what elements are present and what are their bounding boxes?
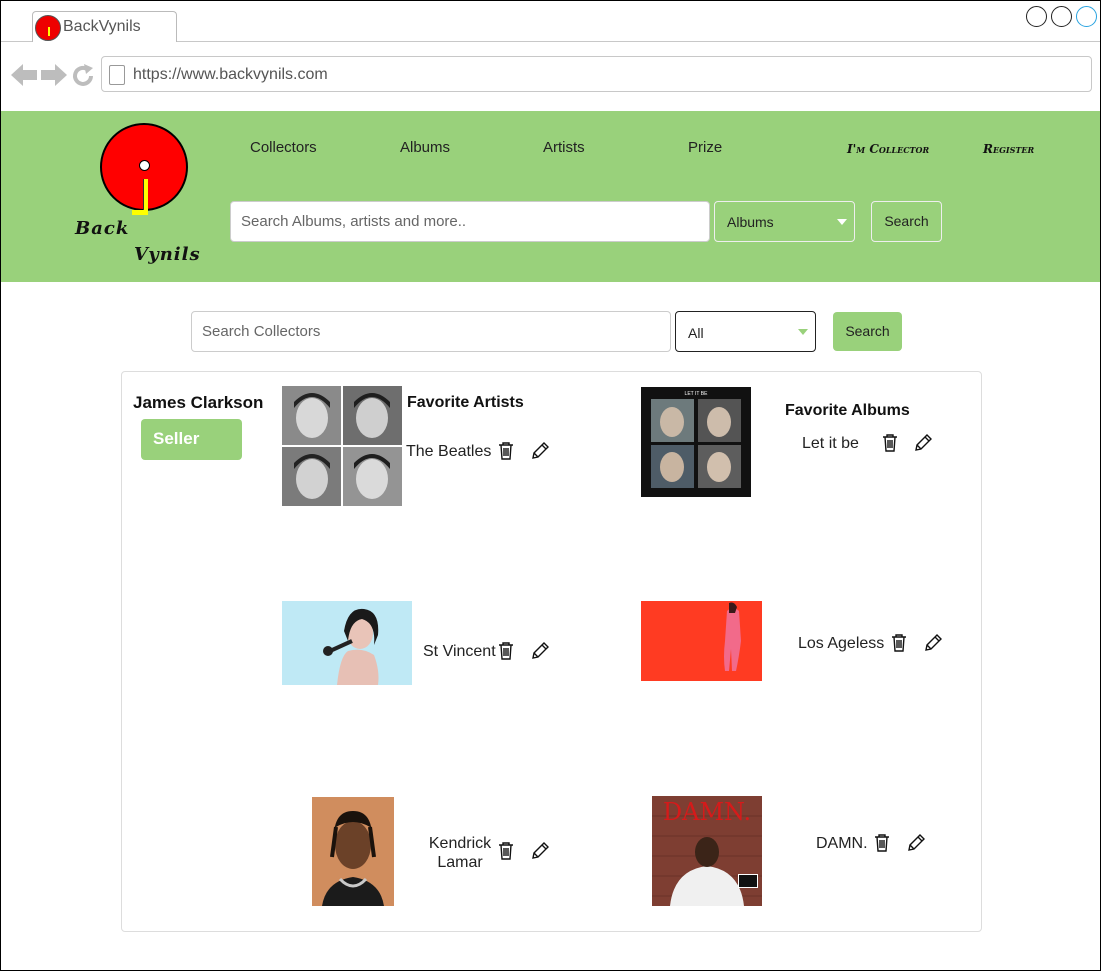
back-arrow-icon[interactable] — [11, 64, 37, 90]
album-name-let-it-be: Let it be — [802, 435, 859, 452]
trash-icon[interactable] — [872, 833, 892, 853]
collector-search-box — [191, 311, 671, 352]
site-header: Back Vynils Collectors Albums Artists Pr… — [1, 111, 1100, 282]
pencil-edit-icon[interactable] — [913, 433, 933, 453]
collector-search-button[interactable]: Search — [833, 312, 902, 351]
collector-filter-value: All — [688, 325, 704, 341]
window-close-button[interactable] — [1076, 6, 1097, 27]
pencil-edit-icon[interactable] — [923, 633, 943, 653]
artist-name-kendrick-lamar: Kendrick Lamar — [428, 835, 492, 871]
pencil-edit-icon[interactable] — [530, 641, 550, 661]
global-search-box — [230, 201, 710, 242]
album-cover-let-it-be[interactable]: LET IT BE — [641, 387, 751, 497]
url-text: https://www.backvynils.com — [133, 66, 328, 83]
trash-icon[interactable] — [496, 441, 516, 461]
artist-image-st-vincent[interactable] — [282, 601, 412, 685]
register-link[interactable]: Register — [983, 142, 1034, 156]
nav-albums[interactable]: Albums — [400, 139, 450, 156]
address-bar-row: https://www.backvynils.com — [1, 42, 1100, 111]
cover-title-let-it-be: LET IT BE — [685, 391, 709, 397]
window-maximize-button[interactable] — [1051, 6, 1072, 27]
logo-needle-foot — [132, 210, 148, 215]
trash-icon[interactable] — [496, 641, 516, 661]
trash-icon[interactable] — [880, 433, 900, 453]
album-cover-damn[interactable]: DAMN. — [652, 796, 762, 906]
collector-name: James Clarkson — [133, 393, 264, 412]
cover-title-damn: DAMN. — [663, 798, 751, 826]
album-cover-los-ageless[interactable] — [641, 601, 762, 681]
chevron-down-icon — [837, 219, 847, 225]
im-collector-link[interactable]: I'm Collector — [847, 142, 929, 156]
logo-text-vynils: Vynils — [134, 244, 201, 265]
window-minimize-button[interactable] — [1026, 6, 1047, 27]
trash-icon[interactable] — [889, 633, 909, 653]
logo-hole — [139, 160, 150, 171]
collector-filter-select[interactable]: All — [675, 311, 816, 352]
seller-badge[interactable]: Seller — [141, 419, 242, 460]
favorite-albums-title: Favorite Albums — [785, 402, 910, 419]
tab-bar: BackVynils — [1, 1, 1100, 42]
artist-image-beatles[interactable] — [282, 386, 402, 506]
chevron-down-icon — [798, 329, 808, 335]
browser-tab[interactable]: BackVynils — [32, 11, 177, 42]
url-field[interactable]: https://www.backvynils.com — [101, 56, 1092, 92]
pencil-edit-icon[interactable] — [530, 441, 550, 461]
page-icon — [109, 65, 125, 85]
pencil-edit-icon[interactable] — [906, 833, 926, 853]
browser-window: BackVynils https://www.backvynils.com Ba… — [0, 0, 1101, 971]
album-name-los-ageless: Los Ageless — [798, 635, 885, 652]
trash-icon[interactable] — [496, 841, 516, 861]
artist-name-st-vincent: St Vincent — [423, 643, 496, 660]
search-category-value: Albums — [727, 214, 774, 230]
nav-prize[interactable]: Prize — [688, 139, 722, 156]
collector-search-input[interactable] — [192, 312, 670, 351]
album-name-damn: DAMN. — [816, 835, 868, 852]
global-search-input[interactable] — [231, 202, 709, 241]
logo-text-back: Back — [75, 218, 130, 239]
forward-arrow-icon[interactable] — [41, 64, 67, 90]
global-search-button[interactable]: Search — [871, 201, 942, 242]
tab-title: BackVynils — [63, 18, 141, 35]
reload-icon[interactable] — [71, 64, 95, 92]
favicon-icon — [35, 15, 61, 41]
artist-image-kendrick-lamar[interactable] — [312, 797, 394, 906]
nav-artists[interactable]: Artists — [543, 139, 585, 156]
pencil-edit-icon[interactable] — [530, 841, 550, 861]
search-category-select[interactable]: Albums — [714, 201, 855, 242]
artist-name-beatles: The Beatles — [406, 443, 492, 460]
favorite-artists-title: Favorite Artists — [407, 394, 524, 411]
nav-collectors[interactable]: Collectors — [250, 139, 317, 156]
